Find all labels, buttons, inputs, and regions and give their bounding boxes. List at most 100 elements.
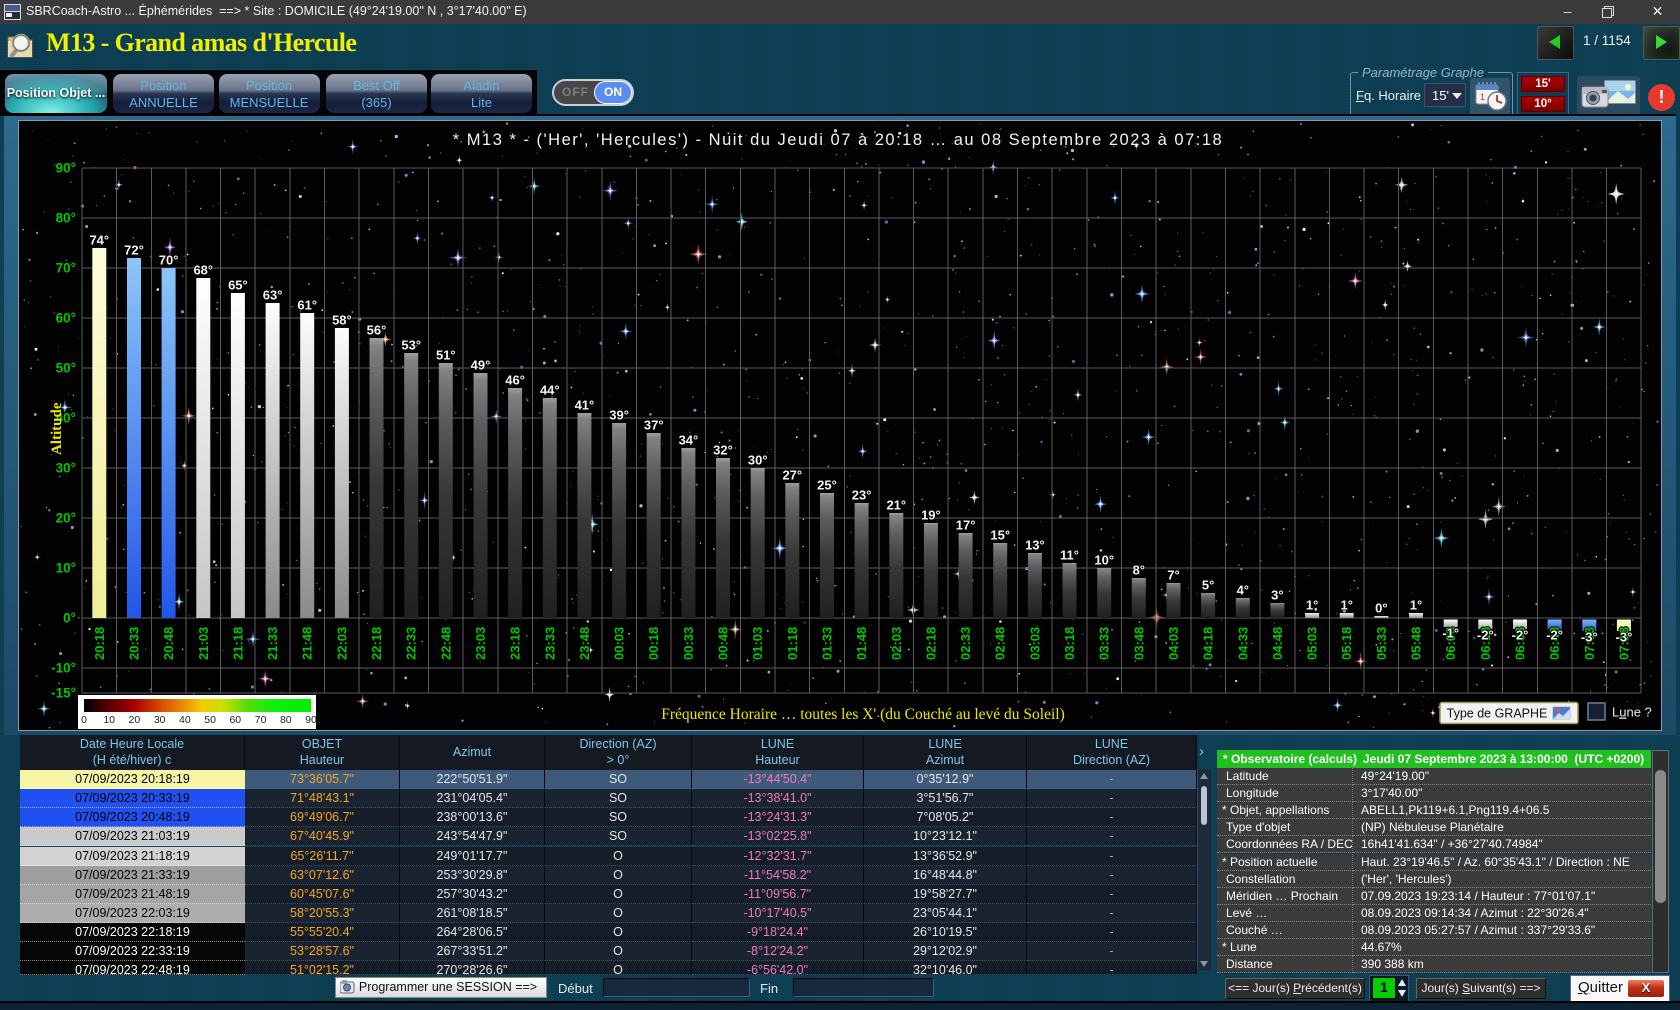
svg-text:27°: 27° [782, 468, 802, 483]
svg-text:34°: 34° [679, 433, 699, 448]
svg-text:70: 70 [255, 714, 267, 726]
svg-text:39°: 39° [609, 408, 629, 423]
svg-text:-15°: -15° [51, 686, 76, 701]
svg-text:1°: 1° [1410, 598, 1422, 613]
svg-text:40: 40 [179, 714, 191, 726]
svg-text:21°: 21° [886, 498, 906, 513]
svg-text:20:18: 20:18 [92, 627, 107, 660]
svg-text:23:33: 23:33 [542, 627, 557, 660]
svg-text:03:03: 03:03 [1027, 627, 1042, 660]
svg-text:02:18: 02:18 [923, 627, 938, 660]
svg-text:32°: 32° [713, 443, 733, 458]
svg-text:05:03: 05:03 [1305, 627, 1320, 660]
svg-text:10: 10 [103, 714, 115, 726]
svg-text:30°: 30° [56, 461, 76, 476]
svg-text:19°: 19° [921, 508, 941, 523]
svg-text:8°: 8° [1133, 563, 1145, 578]
svg-text:90°: 90° [56, 161, 76, 176]
svg-text:0°: 0° [63, 611, 76, 626]
svg-text:72°: 72° [124, 243, 144, 258]
svg-text:10°: 10° [1094, 553, 1114, 568]
svg-text:5°: 5° [1202, 578, 1214, 593]
svg-text:15°: 15° [990, 528, 1010, 543]
svg-text:Lune ?: Lune ? [1612, 705, 1652, 720]
svg-text:02:03: 02:03 [889, 627, 904, 660]
svg-text:46°: 46° [505, 373, 525, 388]
svg-text:49°: 49° [471, 358, 491, 373]
svg-text:1°: 1° [1340, 598, 1352, 613]
svg-text:-2°: -2° [1477, 628, 1494, 643]
svg-text:23:03: 23:03 [473, 627, 488, 660]
svg-text:56°: 56° [367, 323, 387, 338]
svg-text:23:18: 23:18 [508, 627, 523, 660]
svg-text:21:33: 21:33 [265, 627, 280, 660]
svg-text:01:18: 01:18 [785, 627, 800, 660]
svg-text:37°: 37° [644, 418, 664, 433]
svg-text:60°: 60° [56, 311, 76, 326]
svg-text:04:03: 04:03 [1166, 627, 1181, 660]
svg-text:80: 80 [280, 714, 292, 726]
svg-text:41°: 41° [575, 398, 595, 413]
svg-text:00:18: 00:18 [646, 627, 661, 660]
svg-text:20:33: 20:33 [127, 627, 142, 660]
svg-text:61°: 61° [297, 298, 317, 313]
svg-text:00:03: 00:03 [612, 627, 627, 660]
svg-text:04:33: 04:33 [1235, 627, 1250, 660]
svg-text:74°: 74° [89, 233, 109, 248]
svg-text:04:48: 04:48 [1270, 627, 1285, 660]
svg-text:05:18: 05:18 [1339, 627, 1354, 660]
svg-text:-3°: -3° [1581, 630, 1598, 645]
svg-text:21:48: 21:48 [300, 627, 315, 660]
svg-text:50: 50 [204, 714, 216, 726]
svg-text:-2°: -2° [1512, 628, 1529, 643]
svg-text:20: 20 [129, 714, 141, 726]
svg-text:21:18: 21:18 [230, 627, 245, 660]
svg-text:70°: 70° [159, 253, 179, 268]
svg-text:21:03: 21:03 [196, 627, 211, 660]
svg-text:30: 30 [154, 714, 166, 726]
svg-text:03:33: 03:33 [1097, 627, 1112, 660]
svg-text:51°: 51° [436, 348, 456, 363]
svg-text:11°: 11° [1060, 548, 1079, 563]
svg-text:1°: 1° [1306, 598, 1318, 613]
svg-text:Type de GRAPHE: Type de GRAPHE [1447, 707, 1548, 721]
svg-text:7°: 7° [1167, 568, 1179, 583]
svg-text:03:18: 03:18 [1062, 627, 1077, 660]
svg-text:01:48: 01:48 [854, 627, 869, 660]
svg-text:-3°: -3° [1616, 630, 1633, 645]
svg-text:3°: 3° [1271, 588, 1283, 603]
svg-text:0: 0 [81, 714, 87, 726]
svg-text:44°: 44° [540, 383, 560, 398]
svg-text:80°: 80° [56, 211, 76, 226]
svg-text:50°: 50° [56, 361, 76, 376]
svg-text:30°: 30° [748, 453, 768, 468]
svg-text:53°: 53° [401, 338, 421, 353]
svg-text:-2°: -2° [1546, 628, 1563, 643]
svg-text:22:03: 22:03 [334, 627, 349, 660]
svg-text:60: 60 [229, 714, 241, 726]
svg-text:10°: 10° [56, 561, 76, 576]
svg-text:58°: 58° [332, 313, 352, 328]
svg-text:1: 1 [1480, 92, 1485, 102]
svg-text:04:18: 04:18 [1201, 627, 1216, 660]
svg-text:Fréquence Horaire … toutes les: Fréquence Horaire … toutes les X' (du Co… [661, 706, 1065, 723]
svg-text:02:33: 02:33 [958, 627, 973, 660]
svg-text:01:33: 01:33 [820, 627, 835, 660]
svg-text:20:48: 20:48 [161, 627, 176, 660]
svg-text:17°: 17° [956, 518, 976, 533]
svg-text:* M13 * - ('Her', 'Hercules'): * M13 * - ('Her', 'Hercules') - Nuit du … [453, 131, 1223, 149]
svg-text:23:48: 23:48 [577, 627, 592, 660]
svg-text:4°: 4° [1237, 583, 1249, 598]
svg-text:01:03: 01:03 [750, 627, 765, 660]
svg-text:-1°: -1° [1442, 626, 1459, 641]
svg-text:22:48: 22:48 [438, 627, 453, 660]
svg-text:20°: 20° [56, 511, 76, 526]
svg-text:Altitude: Altitude [49, 402, 65, 455]
svg-text:90: 90 [305, 714, 317, 726]
svg-text:03:48: 03:48 [1131, 627, 1146, 660]
svg-text:23°: 23° [852, 488, 872, 503]
svg-text:-10°: -10° [51, 661, 76, 676]
svg-text:05:33: 05:33 [1374, 627, 1389, 660]
svg-text:25°: 25° [817, 478, 837, 493]
svg-text:02:48: 02:48 [993, 627, 1008, 660]
